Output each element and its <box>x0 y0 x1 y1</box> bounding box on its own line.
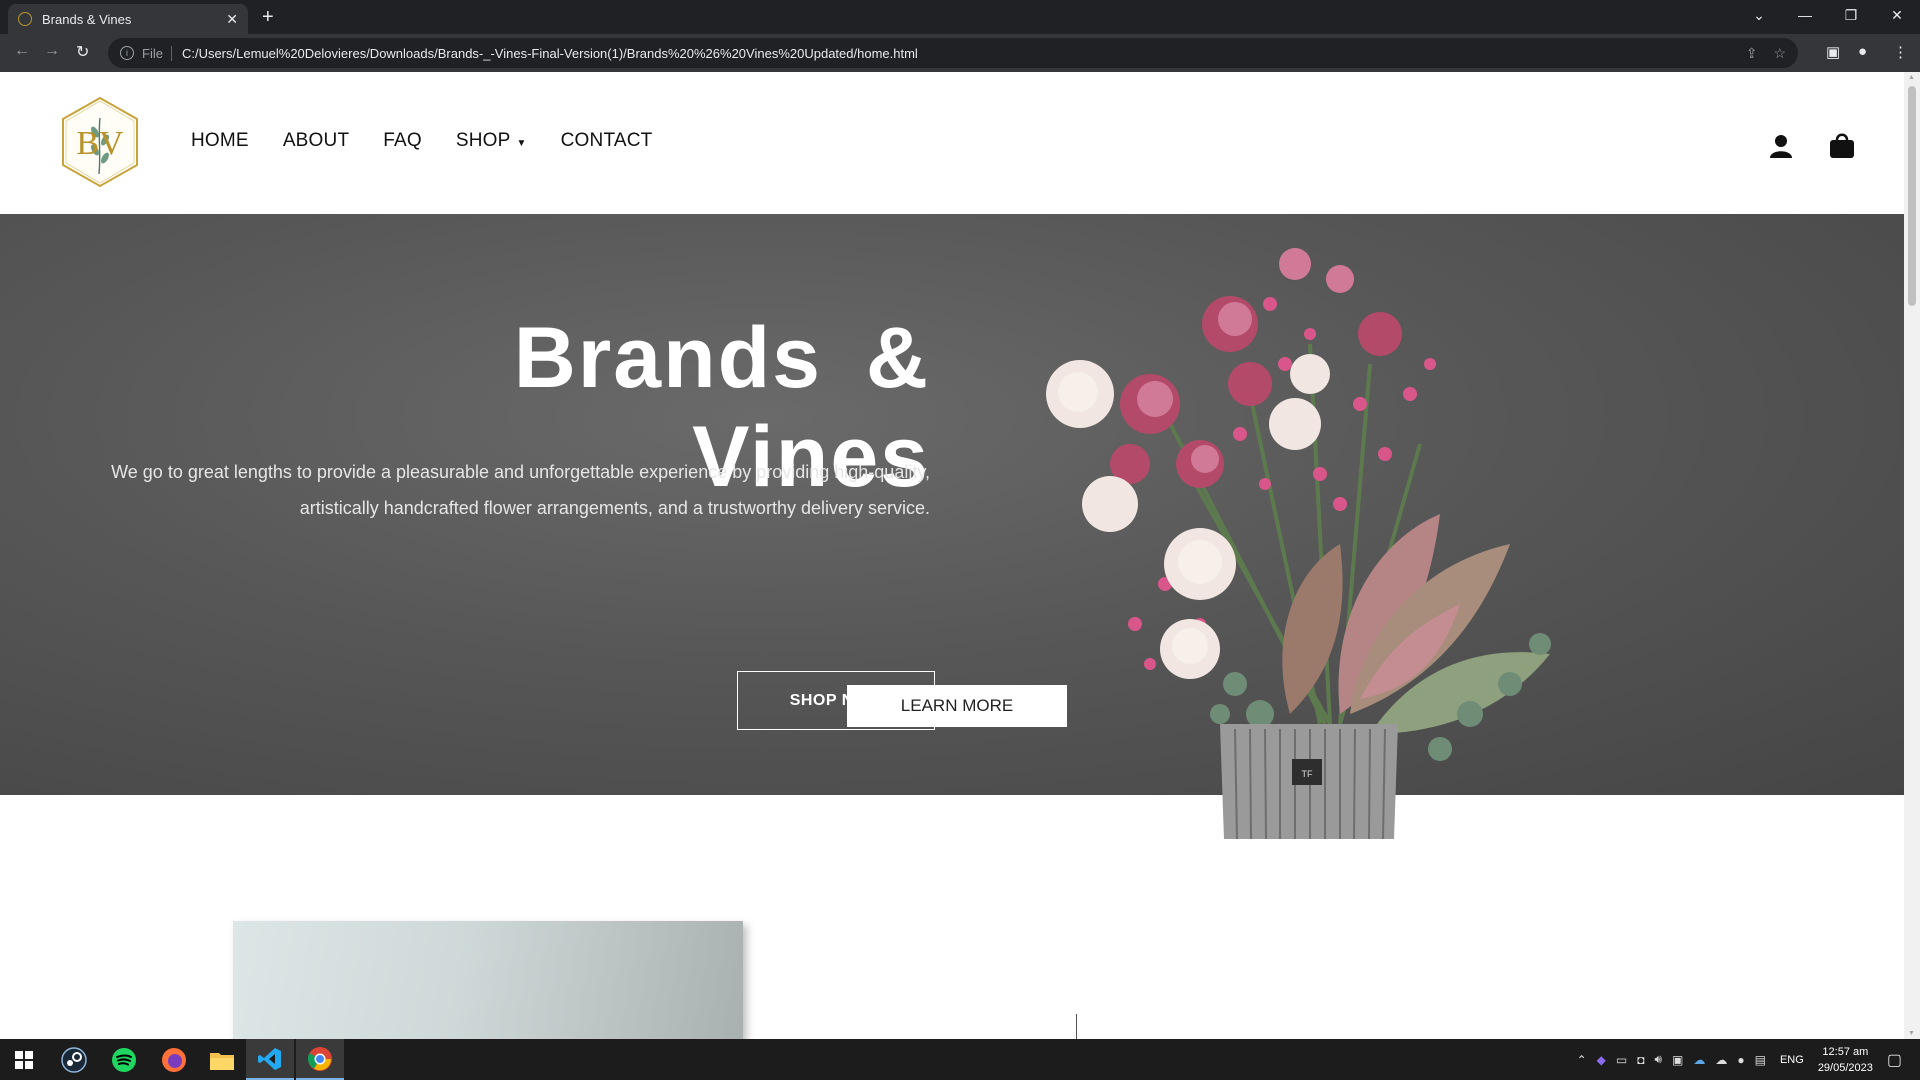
vscode-icon <box>258 1047 281 1070</box>
volume-icon[interactable]: 🔊︎ <box>1654 1052 1662 1067</box>
scroll-up-arrow-icon[interactable]: ▲ <box>1908 74 1915 81</box>
page-scrollbar[interactable]: ▲ ▼ <box>1904 72 1920 1039</box>
nav-shop[interactable]: SHOP ▼ <box>456 130 527 152</box>
site-header: BV HOME ABOUT FAQ SHOP ▼ CONTACT <box>0 72 1904 214</box>
display-icon[interactable]: ▣ <box>1672 1053 1683 1067</box>
scroll-down-arrow-icon[interactable]: ▼ <box>1908 1030 1915 1037</box>
discord-tray-icon[interactable]: ◆ <box>1597 1053 1606 1067</box>
vase-label: TF <box>1302 769 1313 779</box>
firefox-app[interactable] <box>150 1039 198 1080</box>
folder-icon <box>210 1052 234 1070</box>
network-icon[interactable]: ▤ <box>1755 1053 1766 1067</box>
steam-app[interactable] <box>50 1039 98 1080</box>
forward-icon[interactable]: → <box>44 42 60 60</box>
shopping-bag-icon[interactable] <box>1829 131 1855 159</box>
learn-more-button[interactable]: LEARN MORE <box>847 685 1067 727</box>
vertical-divider <box>1076 1014 1077 1039</box>
browser-toolbar: ← → ↻ i File C:/Users/Lemuel%20Deloviere… <box>0 34 1920 72</box>
spotify-icon <box>112 1047 136 1072</box>
clock-time: 12:57 am <box>1822 1045 1869 1058</box>
vscode-app[interactable] <box>246 1039 294 1080</box>
cloud-icon[interactable]: ☁ <box>1715 1053 1727 1067</box>
site-info-icon[interactable]: i <box>120 46 134 60</box>
window-controls: ⌄ — ❐ ✕ <box>1736 0 1920 34</box>
profile-icon[interactable]: ● <box>1858 43 1867 60</box>
flower-arrangement-image: TF <box>1046 248 1551 839</box>
caret-down-icon: ▼ <box>516 138 527 149</box>
menu-kebab-icon[interactable]: ⋮ <box>1893 43 1908 61</box>
camera-icon[interactable]: ◘ <box>1637 1053 1644 1067</box>
chrome-icon <box>307 1046 332 1071</box>
brand-logo[interactable]: BV <box>60 96 140 188</box>
svg-text:BV: BV <box>76 125 124 162</box>
notifications-icon[interactable]: ▢ <box>1887 1050 1902 1070</box>
file-explorer-app[interactable] <box>198 1039 246 1080</box>
file-scheme-label: File <box>142 45 172 61</box>
start-button[interactable] <box>0 1039 48 1080</box>
microphone-icon[interactable]: ● <box>1737 1053 1744 1067</box>
nav-about[interactable]: ABOUT <box>283 130 349 152</box>
browser-tab-bar: Brands & Vines ✕ + ⌄ — ❐ ✕ <box>0 0 1920 34</box>
tab-search-icon[interactable]: ⌄ <box>1736 0 1782 30</box>
nav-home[interactable]: HOME <box>191 130 249 152</box>
browser-tab[interactable]: Brands & Vines ✕ <box>8 4 248 34</box>
nav-faq[interactable]: FAQ <box>383 130 422 152</box>
minimize-icon[interactable]: — <box>1782 0 1828 30</box>
restore-icon[interactable]: ❐ <box>1828 0 1874 30</box>
onedrive-icon[interactable]: ☁ <box>1693 1053 1705 1067</box>
feature-image <box>233 921 743 1039</box>
firefox-icon <box>162 1047 186 1072</box>
close-window-icon[interactable]: ✕ <box>1874 0 1920 30</box>
system-tray: ⌃ ◆ ▭ ◘ 🔊︎ ▣ ☁ ☁ ● ▤ ENG 12:57 am 29/05/… <box>1577 1039 1920 1080</box>
nav-shop-label: SHOP <box>455 130 511 151</box>
site-favicon-icon <box>18 12 32 26</box>
reload-icon[interactable]: ↻ <box>76 42 89 62</box>
address-bar[interactable]: i File C:/Users/Lemuel%20Delovieres/Down… <box>108 38 1798 68</box>
language-indicator[interactable]: ENG <box>1780 1054 1804 1066</box>
url-text[interactable]: C:/Users/Lemuel%20Delovieres/Downloads/B… <box>182 46 1730 61</box>
tab-title: Brands & Vines <box>42 11 132 27</box>
windows-taskbar: ⌃ ◆ ▭ ◘ 🔊︎ ▣ ☁ ☁ ● ▤ ENG 12:57 am 29/05/… <box>0 1039 1920 1080</box>
account-icon[interactable] <box>1770 134 1792 158</box>
page-viewport: BV HOME ABOUT FAQ SHOP ▼ CONTACT Brands &… <box>0 72 1904 1039</box>
nav-contact[interactable]: CONTACT <box>561 130 653 152</box>
main-nav: HOME ABOUT FAQ SHOP ▼ CONTACT <box>191 130 686 152</box>
battery-icon[interactable]: ▭ <box>1616 1053 1627 1067</box>
clock-date: 29/05/2023 <box>1817 1061 1873 1074</box>
spotify-app[interactable] <box>100 1039 148 1080</box>
bookmark-star-icon[interactable]: ☆ <box>1773 45 1786 62</box>
scrollbar-thumb[interactable] <box>1908 86 1916 306</box>
windows-logo-icon <box>15 1050 33 1069</box>
steam-icon <box>61 1046 87 1073</box>
show-hidden-icons-icon[interactable]: ⌃ <box>1577 1053 1587 1067</box>
chrome-app[interactable] <box>296 1039 344 1080</box>
hero-description: We go to great lengths to provide a plea… <box>111 462 930 518</box>
share-icon[interactable]: ⇪ <box>1746 45 1758 62</box>
clock[interactable]: 12:57 am 29/05/2023 <box>1818 1044 1873 1076</box>
side-panel-icon[interactable]: ▣ <box>1826 43 1840 61</box>
back-icon[interactable]: ← <box>14 42 30 60</box>
close-tab-icon[interactable]: ✕ <box>226 11 238 28</box>
new-tab-icon[interactable]: + <box>262 6 274 29</box>
